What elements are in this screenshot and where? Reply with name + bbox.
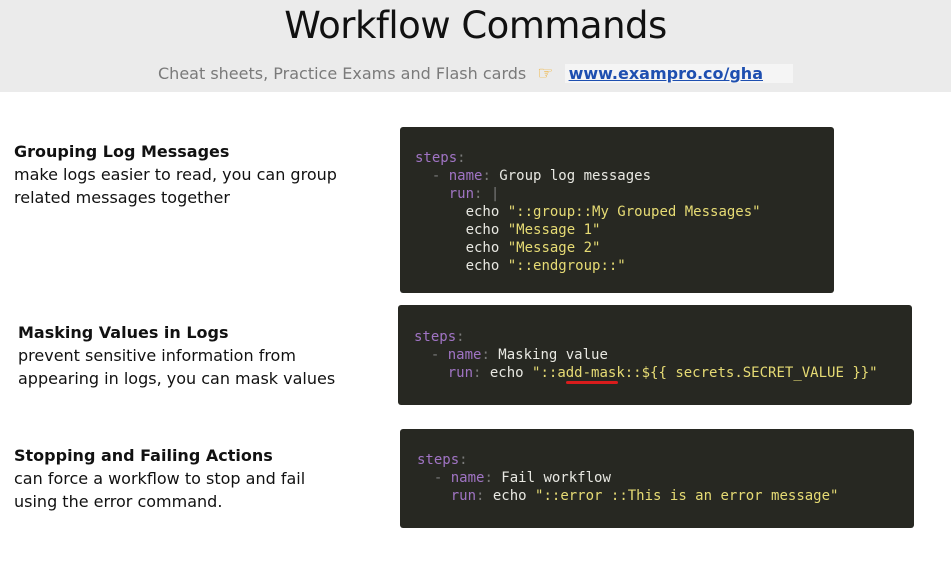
slide-header: Workflow Commands Cheat sheets, Practice… xyxy=(0,0,951,92)
code-block-failing: steps: - name: Fail workflow run: echo "… xyxy=(400,429,914,528)
section-text-line: can force a workflow to stop and fail xyxy=(14,469,306,488)
section-masking: Masking Values in Logs prevent sensitive… xyxy=(18,321,335,390)
pointing-hand-icon: ☞ xyxy=(537,63,554,84)
section-text-line: prevent sensitive information from xyxy=(18,346,296,365)
page-title: Workflow Commands xyxy=(284,4,667,47)
code-block-masking: steps: - name: Masking value run: echo "… xyxy=(398,305,912,405)
section-text-line: related messages together xyxy=(14,188,230,207)
section-text-line: using the error command. xyxy=(14,492,223,511)
promo-line: Cheat sheets, Practice Exams and Flash c… xyxy=(0,63,951,84)
code-block-grouping: steps: - name: Group log messages run: |… xyxy=(400,127,834,293)
section-failing: Stopping and Failing Actions can force a… xyxy=(14,444,305,513)
section-grouping: Grouping Log Messages make logs easier t… xyxy=(14,140,337,209)
section-heading: Grouping Log Messages xyxy=(14,142,230,161)
promo-text: Cheat sheets, Practice Exams and Flash c… xyxy=(158,64,527,83)
section-text-line: appearing in logs, you can mask values xyxy=(18,369,336,388)
section-heading: Stopping and Failing Actions xyxy=(14,446,273,465)
section-text-line: make logs easier to read, you can group xyxy=(14,165,337,184)
annotation-underline xyxy=(566,381,618,384)
section-heading: Masking Values in Logs xyxy=(18,323,229,342)
exampro-link[interactable]: www.exampro.co/gha xyxy=(564,64,793,83)
